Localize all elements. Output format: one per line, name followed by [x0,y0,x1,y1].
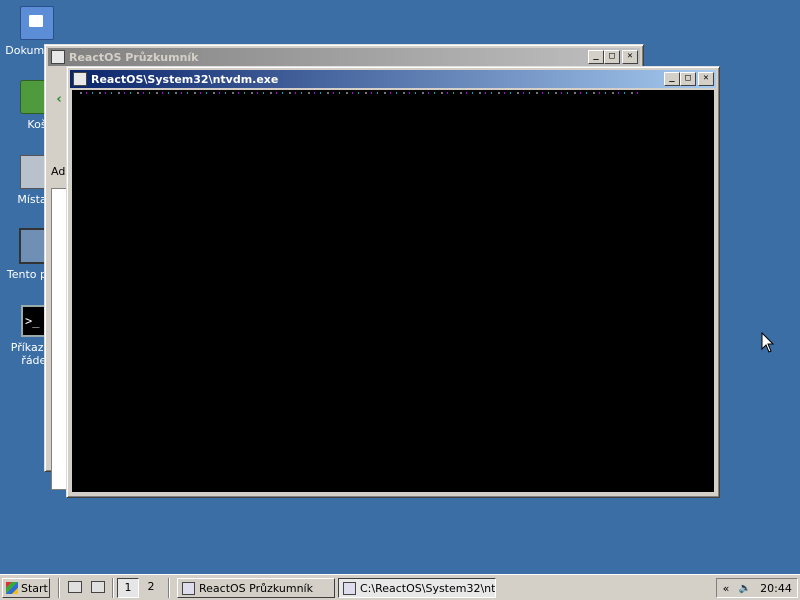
taskbar-separator [112,578,114,598]
close-button[interactable]: ✕ [622,50,638,64]
system-tray: « 🔈 20:44 [716,578,798,598]
explorer-window-icon [51,50,65,64]
my-documents-icon [20,6,54,40]
reactos-logo-icon [6,582,18,594]
console-screen[interactable] [72,90,714,492]
console-garbage-line [80,92,640,94]
mouse-cursor-icon [761,332,775,353]
console-task-icon [343,581,356,595]
console-window[interactable]: ReactOS\System32\ntvdm.exe _ □ ✕ [66,66,720,498]
minimize-button[interactable]: _ [588,50,604,64]
task-label: ReactOS Průzkumník [199,581,313,595]
virtual-desktop-1[interactable]: 1 [117,578,139,598]
close-button[interactable]: ✕ [698,72,714,86]
minimize-button[interactable]: _ [664,72,680,86]
tray-expand-button[interactable]: « [717,582,735,595]
console-window-icon [73,72,87,86]
explorer-task-icon [182,581,195,595]
clock[interactable]: 20:44 [755,582,797,595]
back-button[interactable]: ‹ [51,89,67,111]
task-button-console[interactable]: C:\ReactOS\System32\nt... [338,578,496,598]
virtual-desktop-2[interactable]: 2 [140,578,162,598]
volume-icon[interactable]: 🔈 [735,583,755,594]
task-label: C:\ReactOS\System32\nt... [360,581,496,595]
console-titlebar[interactable]: ReactOS\System32\ntvdm.exe _ □ ✕ [70,70,716,88]
explorer-quicklaunch-icon[interactable] [91,581,105,593]
console-window-controls: _ □ ✕ [664,72,714,86]
taskbar: Start 1 2 ReactOS Průzkumník C:\ReactOS\… [0,574,800,600]
taskbar-separator [58,578,60,598]
maximize-button[interactable]: □ [604,50,620,64]
maximize-button[interactable]: □ [680,72,696,86]
explorer-titlebar[interactable]: ReactOS Průzkumník _ □ ✕ [48,48,640,66]
explorer-title: ReactOS Průzkumník [69,50,199,64]
console-title: ReactOS\System32\ntvdm.exe [91,72,279,86]
explorer-window-controls: _ □ ✕ [588,50,638,64]
task-button-explorer[interactable]: ReactOS Průzkumník [177,578,335,598]
taskbar-separator [168,578,170,598]
start-button[interactable]: Start [2,578,50,598]
show-desktop-icon[interactable] [68,581,82,593]
start-label: Start [21,581,48,595]
